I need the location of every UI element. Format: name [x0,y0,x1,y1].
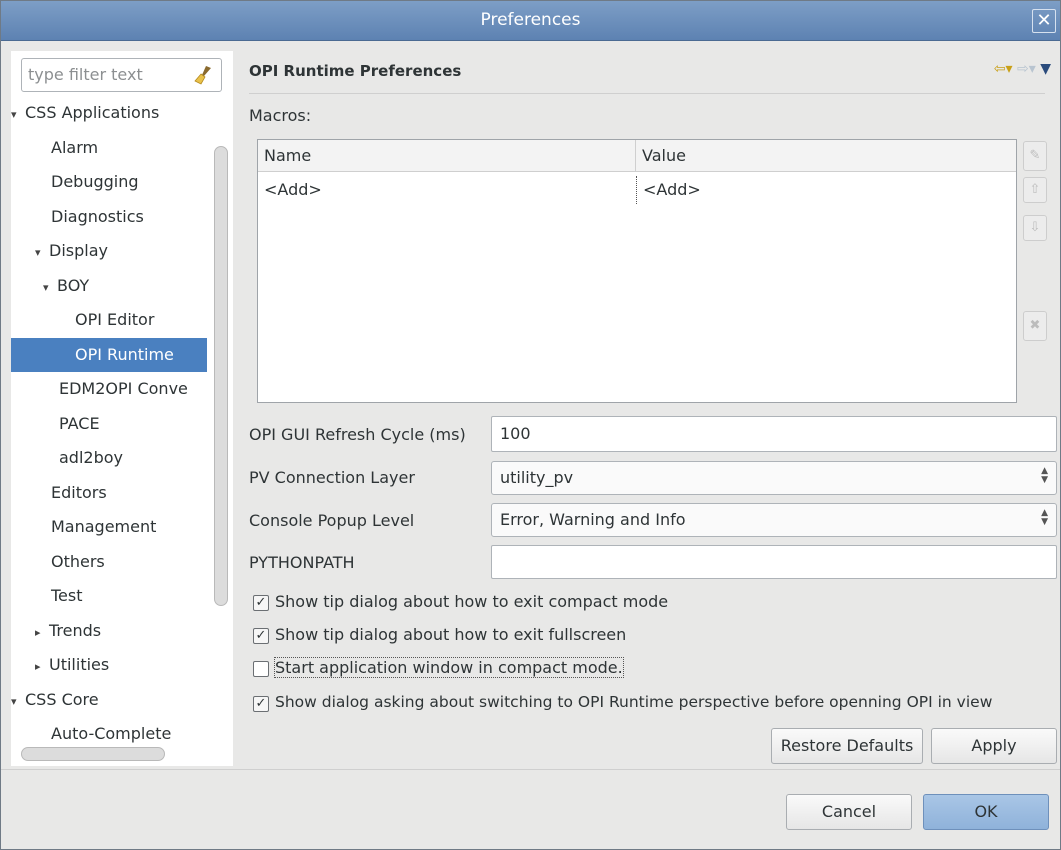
checkbox-fullscreen-tip[interactable]: ✓ [253,628,269,644]
expand-arrow-icon[interactable]: ▾ [11,685,25,719]
checkbox-fullscreen-tip-label[interactable]: Show tip dialog about how to exit fullsc… [275,625,626,644]
header-divider [249,93,1045,94]
tree-item[interactable]: Auto-Complete [11,717,207,751]
collapsed-arrow-icon[interactable]: ▸ [35,650,49,684]
tree-item[interactable]: Test [11,579,207,613]
tree-item[interactable]: Others [11,545,207,579]
tree-item-label: BOY [57,275,90,295]
console-popup-select[interactable]: Error, Warning and Info ▲ ▼ [491,503,1057,537]
page-title: OPI Runtime Preferences [249,62,462,80]
tree-item-label: Others [51,551,105,571]
macros-table[interactable]: Name Value <Add> <Add> [257,139,1017,403]
pv-connection-label: PV Connection Layer [249,468,415,487]
macros-label: Macros: [249,106,312,125]
tree-item-label: Auto-Complete [51,724,172,743]
tree-item-label: Diagnostics [51,206,144,226]
tree-item-label: Management [51,517,157,536]
tree-item[interactable]: OPI Editor [11,303,207,337]
tree-item[interactable]: adl2boy [11,441,207,475]
pythonpath-input[interactable] [491,545,1057,579]
history-nav: ⇦▾ ⇨▾ ▼ [994,61,1051,77]
refresh-cycle-input[interactable]: 100 [491,416,1057,452]
spinner-arrows-icon: ▲ ▼ [1041,466,1048,485]
view-menu-icon[interactable]: ▼ [1040,61,1051,77]
tree-vertical-scrollbar[interactable] [214,146,228,606]
expand-arrow-icon[interactable]: ▾ [11,98,25,132]
tree-item-label: Editors [51,482,107,502]
tree-item-label: OPI Runtime [75,344,174,364]
collapsed-arrow-icon[interactable]: ▸ [35,616,49,650]
move-up-icon[interactable]: ⇧ [1023,177,1047,203]
delete-icon[interactable]: ✖ [1023,311,1047,341]
spinner-arrows-icon: ▲ ▼ [1041,508,1048,527]
preferences-window: Preferences ✕ type filter text ▾ CSS Appl… [0,0,1061,850]
tree-item[interactable]: ▾ BOY [11,269,207,303]
tree-item-label: adl2boy [59,448,123,467]
move-down-icon[interactable]: ⇩ [1023,215,1047,241]
checkbox-start-compact-label[interactable]: Start application window in compact mode… [274,657,624,678]
expand-arrow-icon[interactable]: ▾ [43,271,57,305]
tree-item-label: Display [49,241,108,260]
tree-item[interactable]: ▾ CSS Core [11,683,207,717]
tree-item[interactable]: Debugging [11,165,207,199]
tree-item-label: CSS Core [25,689,99,709]
pythonpath-label: PYTHONPATH [249,553,355,572]
restore-defaults-button[interactable]: Restore Defaults [771,728,923,764]
preference-page: OPI Runtime Preferences ⇦▾ ⇨▾ ▼ Macros: … [233,51,1061,766]
filter-placeholder: type filter text [28,65,143,84]
column-header-name[interactable]: Name [258,140,636,172]
tree-item-label: CSS Applications [25,103,160,122]
table-cell-value[interactable]: <Add> [636,176,1016,204]
tree-item-label: Utilities [49,655,110,674]
column-header-value[interactable]: Value [636,140,1016,172]
tree-item[interactable]: Management [11,510,207,544]
filter-input[interactable]: type filter text [21,58,222,92]
tree-item[interactable]: EDM2OPI Conve [11,372,207,406]
checkbox-start-compact[interactable] [253,661,269,677]
back-arrow-icon[interactable]: ⇦▾ [994,61,1013,77]
tree-item[interactable]: ▾ CSS Applications [11,96,207,130]
console-popup-value: Error, Warning and Info [500,510,686,529]
edit-icon[interactable]: ✎ [1023,141,1047,171]
ok-button[interactable]: OK [923,794,1049,830]
tree-item-label: Debugging [51,172,139,191]
tree-item[interactable]: ▸ Trends [11,614,207,648]
tree-item-label: OPI Editor [75,310,155,329]
tree-item[interactable]: Editors [11,476,207,510]
refresh-cycle-label: OPI GUI Refresh Cycle (ms) [249,425,466,444]
checkbox-compact-tip-label[interactable]: Show tip dialog about how to exit compac… [275,592,668,611]
forward-arrow-icon[interactable]: ⇨▾ [1017,61,1036,77]
tree-item[interactable]: PACE [11,407,207,441]
tree-item-label: Alarm [51,137,99,157]
close-icon[interactable]: ✕ [1032,9,1056,33]
tree-horizontal-scrollbar[interactable] [21,747,165,761]
tree-item[interactable]: Alarm [11,131,207,165]
table-cell-name[interactable]: <Add> [258,176,636,204]
tree-item-label: Trends [49,620,102,640]
tree-item[interactable]: OPI Runtime [11,337,207,372]
tree-item[interactable]: ▾ Display [11,234,207,268]
tree-item-label: EDM2OPI Conve [59,379,188,398]
apply-button[interactable]: Apply [931,728,1057,764]
console-popup-label: Console Popup Level [249,511,415,530]
cancel-button[interactable]: Cancel [786,794,912,830]
pv-connection-select[interactable]: utility_pv ▲ ▼ [491,461,1057,495]
checkbox-perspective-dialog-label[interactable]: Show dialog asking about switching to OP… [275,693,992,711]
title-bar[interactable]: Preferences ✕ [1,1,1060,41]
window-title: Preferences [480,10,581,30]
tree-item[interactable]: Diagnostics [11,200,207,234]
checkbox-compact-tip[interactable]: ✓ [253,595,269,611]
dialog-button-bar: Cancel OK [1,769,1060,849]
broom-icon[interactable] [193,65,213,85]
expand-arrow-icon[interactable]: ▾ [35,236,49,270]
preference-tree-panel: type filter text ▾ CSS Applications Alarm D… [11,51,233,766]
tree-item-label: Test [51,586,83,605]
pv-connection-value: utility_pv [500,468,574,487]
tree-item-label: PACE [59,413,100,433]
tree-item[interactable]: ▸ Utilities [11,648,207,682]
checkbox-perspective-dialog[interactable]: ✓ [253,696,269,712]
